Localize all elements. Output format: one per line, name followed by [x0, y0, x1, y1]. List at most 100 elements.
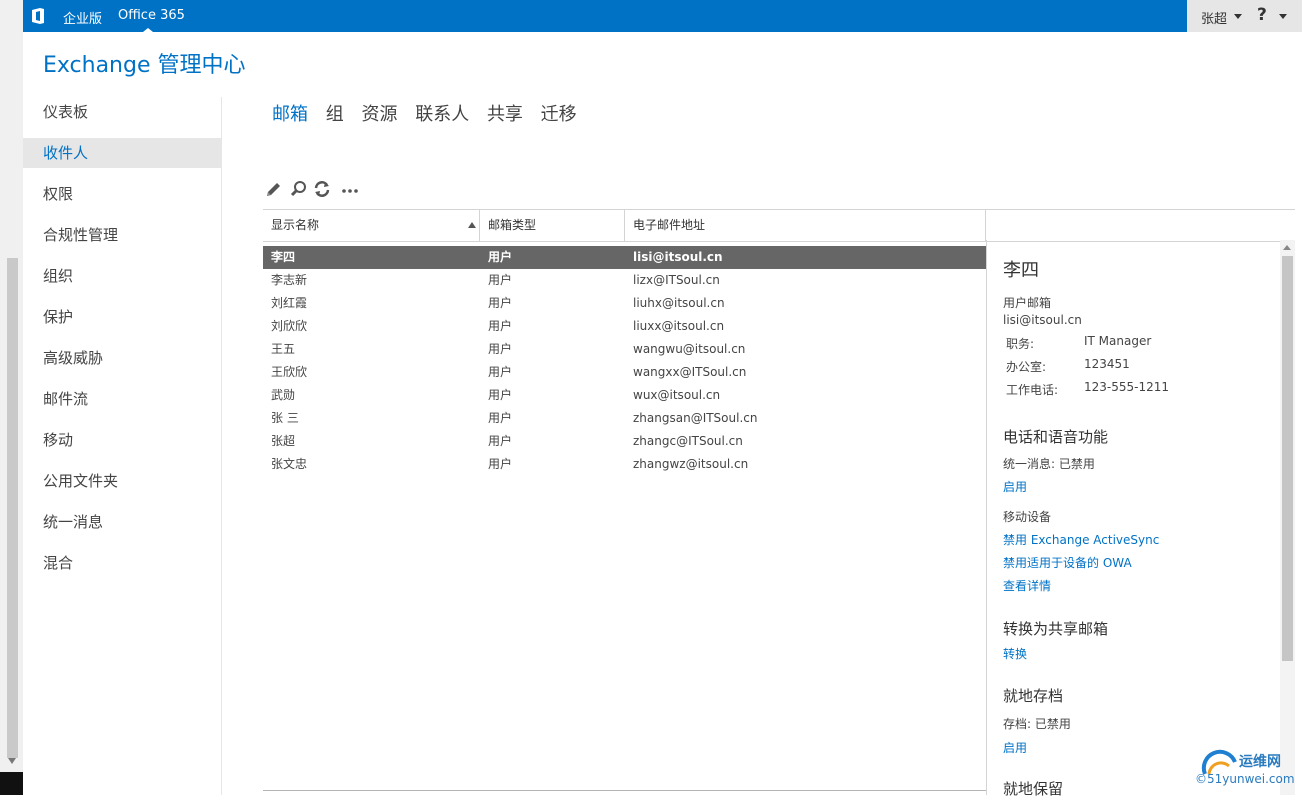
cell-display-name: 李志新	[271, 273, 308, 287]
archive-status: 存档: 已禁用	[1003, 717, 1071, 731]
cell-email: lisi@itsoul.cn	[633, 250, 723, 264]
table-row[interactable]: 武勋 用户 wux@itsoul.cn	[263, 384, 986, 407]
column-header-display-name[interactable]: 显示名称	[271, 210, 319, 241]
cell-email: zhangsan@ITSoul.cn	[633, 411, 758, 425]
job-title-value: IT Manager	[1084, 334, 1152, 348]
cell-email: wangxx@ITSoul.cn	[633, 365, 747, 379]
cell-display-name: 李四	[271, 250, 296, 264]
scrollbar-thumb[interactable]	[1282, 256, 1293, 661]
sidebar-item-protection[interactable]: 保护	[23, 302, 221, 332]
cell-display-name: 张 三	[271, 411, 299, 425]
cell-email: zhangc@ITSoul.cn	[633, 434, 743, 448]
search-icon[interactable]	[289, 179, 309, 199]
column-separator[interactable]	[479, 210, 480, 241]
sidebar-item-advanced-threats[interactable]: 高级威胁	[23, 343, 221, 373]
cell-mailbox-type: 用户	[488, 319, 513, 333]
watermark: 运维网 ©51yunwei.com	[1195, 748, 1300, 794]
tab-groups[interactable]: 组	[326, 104, 344, 125]
column-header-email[interactable]: 电子邮件地址	[633, 210, 705, 241]
product-label[interactable]: Office 365	[118, 8, 185, 23]
active-indicator	[143, 28, 153, 32]
sort-ascending-icon[interactable]	[468, 222, 476, 228]
sidebar-item-public-folders[interactable]: 公用文件夹	[23, 466, 221, 496]
office-logo-icon[interactable]	[29, 7, 47, 25]
tab-shared[interactable]: 共享	[487, 104, 523, 125]
tab-migration[interactable]: 迁移	[541, 104, 577, 125]
cell-display-name: 王五	[271, 342, 296, 356]
tab-resources[interactable]: 资源	[361, 104, 397, 125]
user-menu[interactable]: 张超	[1201, 8, 1227, 27]
top-bar: 企业版 Office 365 张超 ?	[23, 0, 1302, 32]
cell-email: wux@itsoul.cn	[633, 388, 721, 402]
edition-label[interactable]: 企业版	[63, 8, 102, 27]
cell-email: wangwu@itsoul.cn	[633, 342, 746, 356]
view-details-link[interactable]: 查看详情	[1003, 577, 1051, 594]
table-row[interactable]: 刘红霞 用户 liuhx@itsoul.cn	[263, 292, 986, 315]
archive-enable-link[interactable]: 启用	[1003, 739, 1027, 756]
cell-mailbox-type: 用户	[488, 365, 513, 379]
um-enable-link[interactable]: 启用	[1003, 478, 1027, 495]
edit-icon[interactable]	[264, 179, 284, 199]
more-icon[interactable]	[340, 179, 360, 199]
table-row[interactable]: 张 三 用户 zhangsan@ITSoul.cn	[263, 407, 986, 430]
convert-link[interactable]: 转换	[1003, 645, 1027, 662]
cell-mailbox-type: 用户	[488, 434, 513, 448]
refresh-icon[interactable]	[312, 179, 332, 199]
mobile-devices-label: 移动设备	[1003, 510, 1052, 524]
disable-activesync-link[interactable]: 禁用 Exchange ActiveSync	[1003, 531, 1159, 548]
cell-email: lizx@ITSoul.cn	[633, 273, 720, 287]
scroll-up-arrow[interactable]	[1283, 245, 1291, 250]
um-status: 统一消息: 已禁用	[1003, 457, 1095, 471]
left-edge-scrollbar[interactable]	[0, 0, 23, 795]
cell-display-name: 张超	[271, 434, 296, 448]
disable-owa-link[interactable]: 禁用适用于设备的 OWA	[1003, 554, 1132, 571]
cell-mailbox-type: 用户	[488, 342, 513, 356]
left-edge-corner	[0, 772, 23, 795]
convert-shared-heading: 转换为共享邮箱	[1003, 620, 1109, 638]
list-bottom-border	[263, 790, 986, 791]
job-title-label: 职务:	[1006, 337, 1035, 351]
cell-mailbox-type: 用户	[488, 250, 513, 264]
cell-display-name: 刘欣欣	[271, 319, 308, 333]
watermark-url: ©51yunwei.com	[1195, 772, 1295, 786]
sidebar-item-dashboard[interactable]: 仪表板	[23, 97, 221, 127]
phone-voice-heading: 电话和语音功能	[1003, 428, 1109, 446]
details-display-name: 李四	[1003, 260, 1039, 281]
help-chevron-down-icon[interactable]	[1279, 14, 1287, 19]
table-row[interactable]: 刘欣欣 用户 liuxx@itsoul.cn	[263, 315, 986, 338]
cell-mailbox-type: 用户	[488, 273, 513, 287]
details-scrollbar[interactable]	[1280, 240, 1295, 795]
cell-mailbox-type: 用户	[488, 388, 513, 402]
left-scrollbar-track[interactable]	[7, 258, 18, 758]
left-scroll-down-arrow[interactable]	[8, 758, 16, 764]
office-value: 123451	[1084, 357, 1130, 371]
cell-display-name: 王欣欣	[271, 365, 308, 379]
office-label: 办公室:	[1006, 360, 1047, 374]
sidebar-item-recipients[interactable]: 收件人	[23, 138, 221, 168]
cell-mailbox-type: 用户	[488, 457, 513, 471]
chevron-down-icon[interactable]	[1234, 14, 1242, 19]
help-button[interactable]: ?	[1257, 5, 1267, 25]
user-area: 张超 ?	[1187, 0, 1302, 32]
column-header-mailbox-type[interactable]: 邮箱类型	[488, 210, 536, 241]
sidebar-item-hybrid[interactable]: 混合	[23, 548, 221, 578]
sidebar: 仪表板 收件人 权限 合规性管理 组织 保护 高级威胁 邮件流 移动 公用文件夹…	[23, 97, 221, 589]
table-row[interactable]: 王五 用户 wangwu@itsoul.cn	[263, 338, 986, 361]
sidebar-item-organization[interactable]: 组织	[23, 261, 221, 291]
sidebar-item-permissions[interactable]: 权限	[23, 179, 221, 209]
tab-contacts[interactable]: 联系人	[415, 104, 469, 125]
table-row[interactable]: 李志新 用户 lizx@ITSoul.cn	[263, 269, 986, 292]
watermark-name: 运维网	[1239, 754, 1281, 770]
sidebar-item-mail-flow[interactable]: 邮件流	[23, 384, 221, 414]
column-separator[interactable]	[624, 210, 625, 241]
sidebar-item-unified-messaging[interactable]: 统一消息	[23, 507, 221, 537]
table-header: 显示名称 邮箱类型 电子邮件地址	[263, 209, 1295, 242]
tab-mailboxes[interactable]: 邮箱	[272, 104, 308, 125]
column-separator[interactable]	[985, 210, 986, 241]
table-row[interactable]: 张文忠 用户 zhangwz@itsoul.cn	[263, 453, 986, 476]
table-row[interactable]: 张超 用户 zhangc@ITSoul.cn	[263, 430, 986, 453]
sidebar-item-compliance[interactable]: 合规性管理	[23, 220, 221, 250]
table-row[interactable]: 李四 用户 lisi@itsoul.cn	[263, 246, 986, 269]
sidebar-item-mobile[interactable]: 移动	[23, 425, 221, 455]
table-row[interactable]: 王欣欣 用户 wangxx@ITSoul.cn	[263, 361, 986, 384]
